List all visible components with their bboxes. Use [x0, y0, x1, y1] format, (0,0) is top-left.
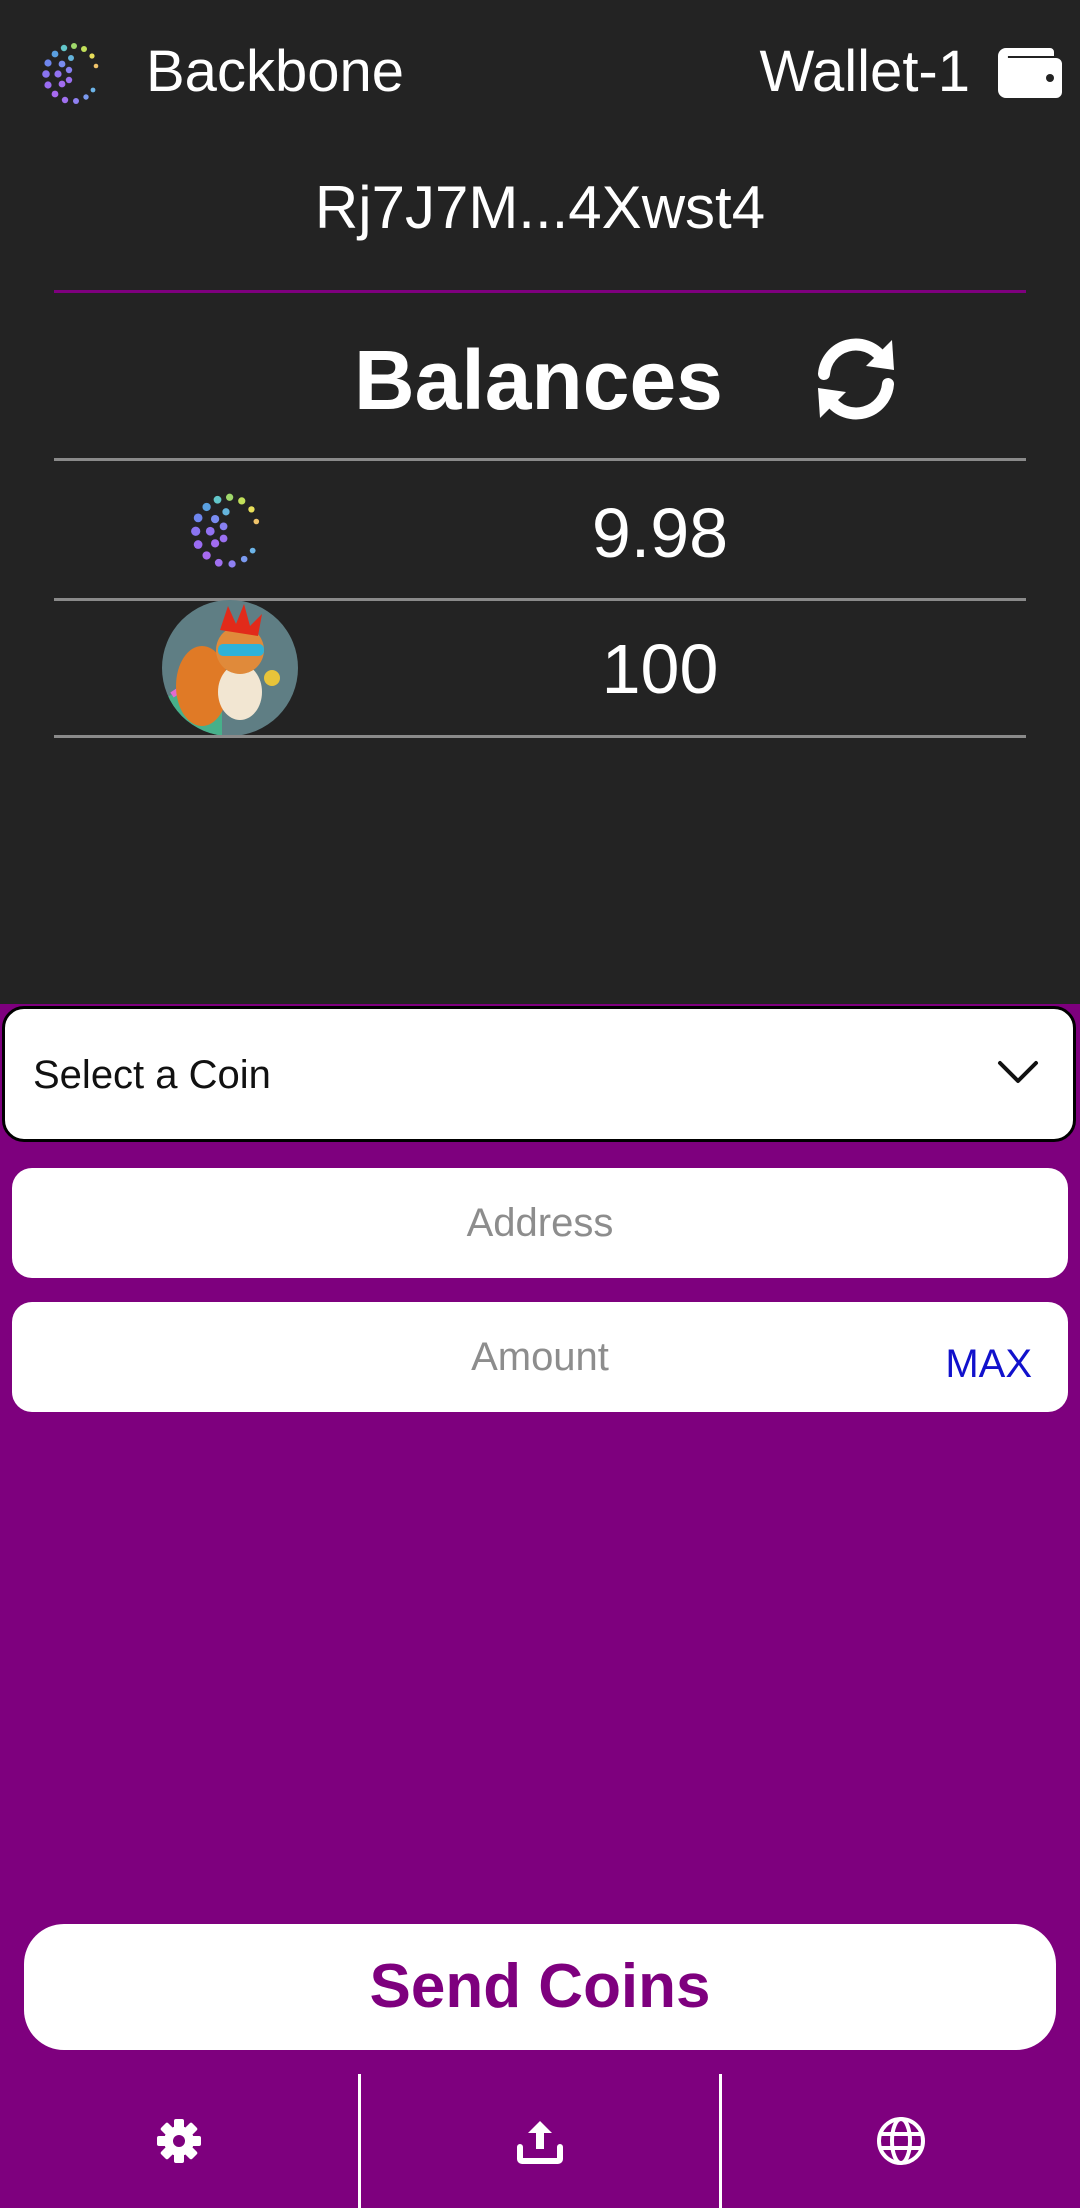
upload-icon	[517, 2121, 563, 2164]
nav-explorer[interactable]	[722, 2074, 1080, 2208]
globe-icon	[877, 2117, 925, 2165]
address-field	[12, 1168, 1068, 1278]
table-divider	[54, 735, 1026, 738]
amount-input[interactable]	[12, 1302, 1068, 1412]
refresh-icon[interactable]	[810, 338, 902, 420]
max-button[interactable]: MAX	[945, 1340, 1032, 1388]
wallet-overview-panel: Backbone Wallet-1 Rj7J7M...4Xwst4 Balanc…	[0, 0, 1080, 1004]
app-header: Backbone Wallet-1	[0, 0, 1080, 140]
wallet-selector-label[interactable]: Wallet-1	[759, 34, 970, 110]
squirrel-token-avatar	[162, 600, 298, 736]
app-name: Backbone	[146, 39, 404, 104]
balance-value: 9.98	[591, 494, 729, 572]
dotted-spiral-coin-icon	[191, 493, 260, 568]
account-address[interactable]: Rj7J7M...4Xwst4	[0, 170, 1080, 246]
balance-value: 100	[601, 630, 719, 708]
nav-settings[interactable]	[0, 2074, 358, 2208]
coin-select[interactable]: Select a Coin	[2, 1006, 1076, 1142]
gear-icon	[157, 2119, 201, 2163]
coin-select-label: Select a Coin	[33, 1053, 271, 1097]
chevron-down-icon	[998, 1061, 1038, 1083]
divider	[54, 290, 1026, 293]
balances-title: Balances	[354, 333, 723, 427]
send-coins-button[interactable]: Send Coins	[24, 1924, 1056, 2050]
wallet-icon[interactable]	[998, 42, 1062, 98]
address-input[interactable]	[12, 1168, 1068, 1278]
nav-receive[interactable]	[361, 2074, 719, 2208]
table-divider	[54, 458, 1026, 461]
amount-field: MAX	[12, 1302, 1068, 1412]
dotted-spiral-logo-icon	[42, 43, 99, 104]
